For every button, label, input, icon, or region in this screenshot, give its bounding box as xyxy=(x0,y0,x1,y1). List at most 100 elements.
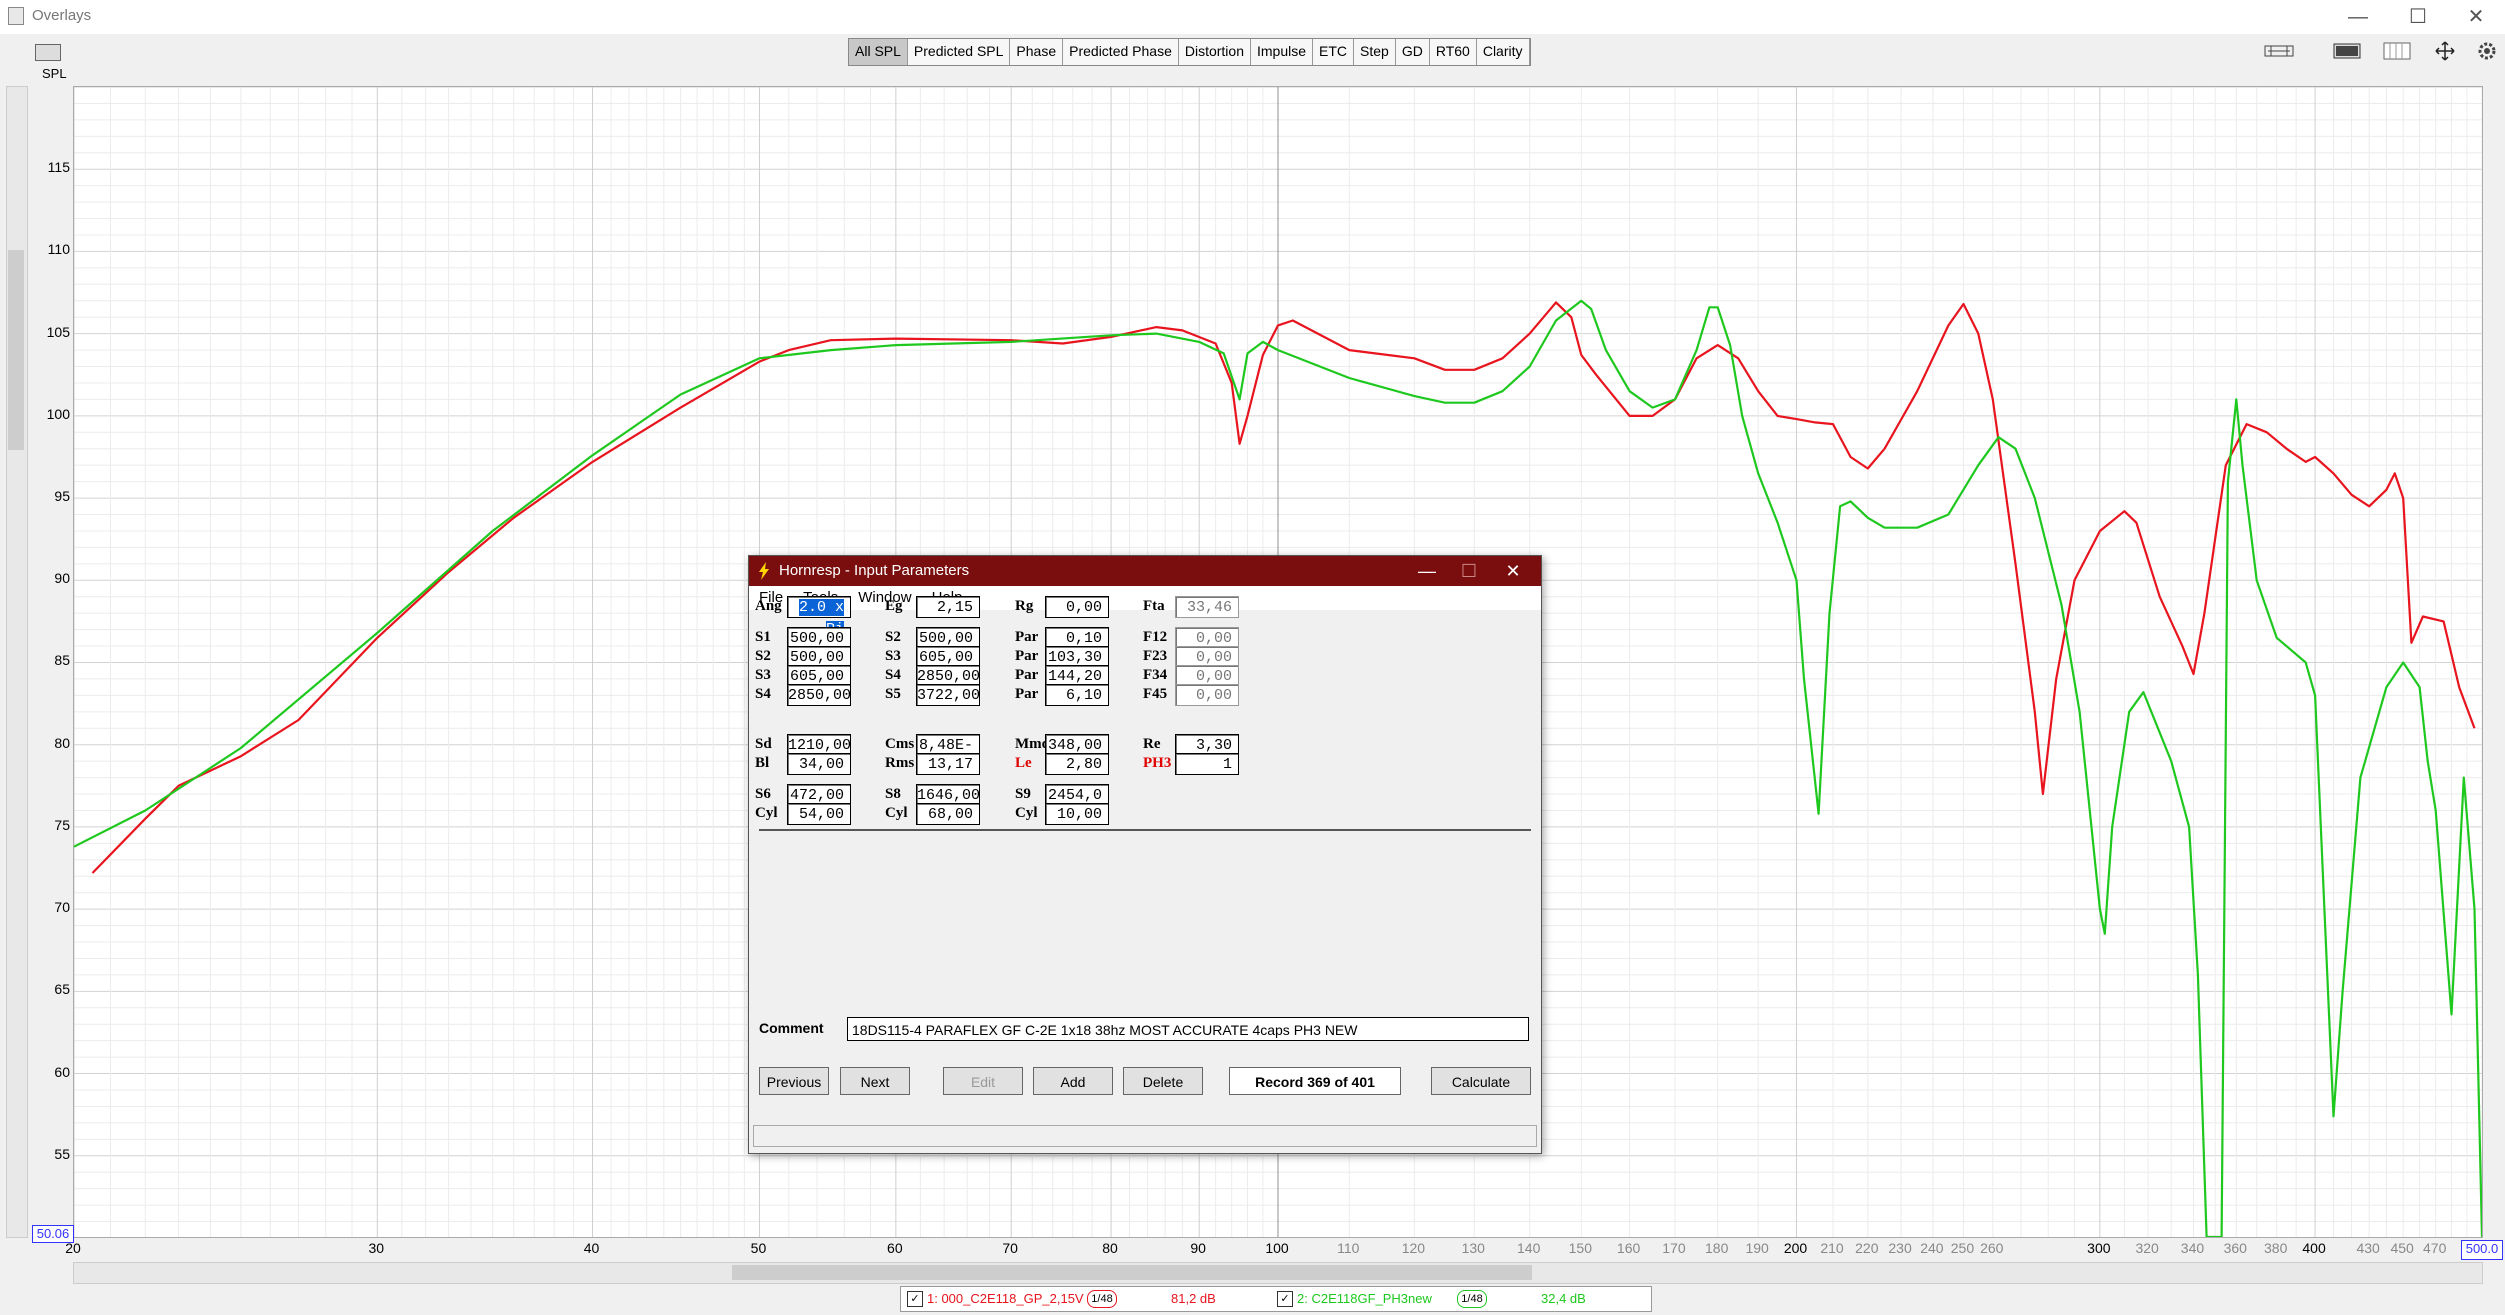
close-icon[interactable]: ✕ xyxy=(2448,2,2504,32)
param-field-fta: 33,46 xyxy=(1175,596,1239,618)
delete-button[interactable]: Delete xyxy=(1123,1067,1203,1095)
param-label-par: Par xyxy=(1015,686,1039,702)
settings-icon[interactable] xyxy=(2470,40,2504,62)
param-label-f34: F34 xyxy=(1143,667,1168,683)
param-value: 500,00 xyxy=(789,649,844,666)
app-icon xyxy=(8,7,24,25)
horizontal-scrollbar[interactable] xyxy=(73,1262,2483,1284)
y-axis-title: SPL xyxy=(42,66,67,81)
tab-all-spl[interactable]: All SPL xyxy=(849,39,908,65)
tab-phase[interactable]: Phase xyxy=(1010,39,1064,65)
tab-step[interactable]: Step xyxy=(1354,39,1396,65)
move-icon[interactable] xyxy=(2428,40,2462,62)
param-field-cyl[interactable]: 54,00 xyxy=(787,803,851,825)
param-field-cyl[interactable]: 68,00 xyxy=(916,803,980,825)
param-value: 33,46 xyxy=(1186,599,1232,616)
separator xyxy=(759,829,1531,831)
dialog-close-icon[interactable]: ✕ xyxy=(1485,556,1541,586)
param-field-s5[interactable]: 3722,00 xyxy=(916,684,980,706)
legend-name: 1: 000_C2E118_GP_2,15V xyxy=(927,1291,1084,1306)
y-tick-label: 95 xyxy=(54,488,70,505)
x-minor-tick-label: 190 xyxy=(1745,1240,1769,1256)
legend-checkbox[interactable]: ✓ xyxy=(1277,1291,1293,1307)
param-field-ang[interactable]: 2.0 x Pi xyxy=(787,596,851,638)
param-value: 1646,00 xyxy=(917,787,981,804)
param-value: 13,17 xyxy=(927,756,973,773)
param-label-cyl: Cyl xyxy=(1015,805,1038,821)
previous-button[interactable]: Previous xyxy=(759,1067,829,1095)
tab-rt60[interactable]: RT60 xyxy=(1429,39,1477,65)
param-label-f23: F23 xyxy=(1143,648,1168,664)
dialog-title: Hornresp - Input Parameters xyxy=(779,562,970,579)
param-value: 34,00 xyxy=(798,756,844,773)
param-field-par[interactable]: 6,10 xyxy=(1045,684,1109,706)
legend-smoothing[interactable]: 1/48 xyxy=(1087,1290,1117,1308)
tab-gd[interactable]: GD xyxy=(1395,39,1430,65)
param-value: 472,00 xyxy=(789,787,844,804)
param-label-rg: Rg xyxy=(1015,598,1034,614)
param-value: 2850,00 xyxy=(788,687,852,704)
y-tick-label: 90 xyxy=(54,570,70,587)
tab-predicted-spl[interactable]: Predicted SPL xyxy=(907,39,1011,65)
tab-predicted-phase[interactable]: Predicted Phase xyxy=(1063,39,1179,65)
param-label-s2: S2 xyxy=(755,648,771,664)
param-value: 10,00 xyxy=(1056,806,1102,823)
overlay-arrange-icon[interactable] xyxy=(2262,40,2296,62)
horizontal-scrollbar-thumb[interactable] xyxy=(732,1265,1532,1280)
x-minor-tick-label: 120 xyxy=(1401,1240,1426,1256)
param-label-cms: Cms xyxy=(885,736,915,752)
param-field-rg[interactable]: 0,00 xyxy=(1045,596,1109,618)
param-field-rms[interactable]: 13,17 xyxy=(916,753,980,775)
camera-icon[interactable] xyxy=(35,44,61,61)
param-label-s4: S4 xyxy=(755,686,771,702)
param-value: 2850,00 xyxy=(917,668,981,685)
calculate-button[interactable]: Calculate xyxy=(1431,1067,1531,1095)
tab-distortion[interactable]: Distortion xyxy=(1178,39,1251,65)
param-field-s4[interactable]: 2850,00 xyxy=(787,684,851,706)
param-value: 2,15 xyxy=(936,599,973,616)
columns-icon[interactable] xyxy=(2380,40,2414,62)
param-label-s1: S1 xyxy=(755,629,771,645)
lightning-icon xyxy=(759,562,769,580)
param-value: 0,00 xyxy=(1195,687,1232,704)
y-tick-label: 100 xyxy=(46,405,70,422)
add-button[interactable]: Add xyxy=(1033,1067,1113,1095)
y-tick-label: 70 xyxy=(54,899,70,916)
legend-checkbox[interactable]: ✓ xyxy=(907,1291,923,1307)
param-label-par: Par xyxy=(1015,648,1039,664)
minimize-icon[interactable]: — xyxy=(2330,2,2386,32)
param-field-cyl[interactable]: 10,00 xyxy=(1045,803,1109,825)
param-field-eg[interactable]: 2,15 xyxy=(916,596,980,618)
display-icon[interactable] xyxy=(2330,40,2364,62)
legend-smoothing[interactable]: 1/48 xyxy=(1457,1290,1487,1308)
x-minor-tick-label: 130 xyxy=(1461,1240,1485,1256)
param-value: 1210,00 xyxy=(788,737,852,754)
param-label-f45: F45 xyxy=(1143,686,1168,702)
legend-value: 32,4 dB xyxy=(1541,1291,1586,1306)
param-label-cyl: Cyl xyxy=(885,805,908,821)
x-minor-tick-label: 320 xyxy=(2135,1240,2159,1256)
param-field-ph3[interactable]: 1 xyxy=(1175,753,1239,775)
param-field-bl[interactable]: 34,00 xyxy=(787,753,851,775)
param-label-cyl: Cyl xyxy=(755,805,778,821)
legend: ✓ 1: 000_C2E118_GP_2,15V 1/48 81,2 dB ✓ 2: C2… xyxy=(900,1286,1652,1312)
window-titlebar: Overlays — ☐ ✕ xyxy=(0,0,2505,34)
tab-impulse[interactable]: Impulse xyxy=(1251,39,1314,65)
param-field-le[interactable]: 2,80 xyxy=(1045,753,1109,775)
x-tick-label: 70 xyxy=(1002,1240,1018,1256)
param-value: 0,00 xyxy=(1195,649,1232,666)
y-tick-label: 75 xyxy=(54,816,70,833)
y-tick-label: 85 xyxy=(54,652,70,669)
tab-etc[interactable]: ETC xyxy=(1313,39,1355,65)
tab-clarity[interactable]: Clarity xyxy=(1476,39,1530,65)
param-value: 605,00 xyxy=(789,668,844,685)
x-max-field[interactable]: 500.0 xyxy=(2461,1240,2503,1260)
param-label-s3: S3 xyxy=(755,667,771,683)
comment-field[interactable]: 18DS115-4 PARAFLEX GF C-2E 1x18 38hz MOS… xyxy=(847,1017,1529,1041)
next-button[interactable]: Next xyxy=(840,1067,910,1095)
y-tick-label: 65 xyxy=(54,981,70,998)
maximize-icon[interactable]: ☐ xyxy=(2390,2,2446,32)
param-label-s5: S5 xyxy=(885,686,901,702)
param-value: 0,00 xyxy=(1065,599,1102,616)
y-min-field[interactable]: 50.06 xyxy=(32,1225,74,1243)
